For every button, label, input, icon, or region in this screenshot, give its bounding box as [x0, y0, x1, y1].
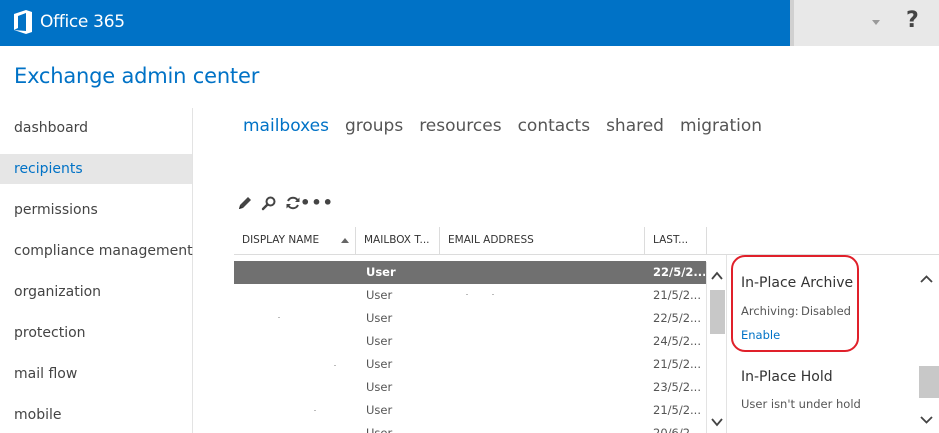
tab-mailboxes[interactable]: mailboxes — [243, 116, 329, 136]
column-mailbox-type[interactable]: MAILBOX T... — [356, 227, 440, 254]
chevron-down-icon[interactable] — [920, 413, 933, 426]
page-title: Exchange admin center — [14, 64, 260, 88]
redacted-mark — [492, 294, 494, 295]
tab-migration[interactable]: migration — [680, 116, 762, 136]
toolbar: ••• — [236, 194, 333, 212]
table-row[interactable]: User 21/5/2... — [234, 353, 706, 376]
search-icon[interactable] — [260, 194, 278, 212]
chevron-up-icon[interactable] — [711, 270, 723, 282]
chevron-up-icon[interactable] — [920, 273, 933, 286]
sidebar: dashboard recipients permissions complia… — [0, 108, 193, 433]
cell-last-modified: 21/5/2... — [653, 357, 701, 371]
sidebar-item-organization[interactable]: organization — [0, 277, 192, 307]
tab-groups[interactable]: groups — [345, 116, 403, 136]
cell-mailbox-type: User — [366, 311, 393, 325]
sidebar-item-mail-flow[interactable]: mail flow — [0, 359, 192, 389]
table-row[interactable]: User 21/5/2... — [234, 284, 706, 307]
cell-mailbox-type: User — [366, 288, 393, 302]
mailbox-grid: DISPLAY NAME MAILBOX T... EMAIL ADDRESS … — [234, 227, 939, 433]
tab-shared[interactable]: shared — [606, 116, 664, 136]
sidebar-item-mobile[interactable]: mobile — [0, 400, 192, 430]
archiving-status: Disabled — [801, 304, 851, 318]
table-row[interactable]: User 20/6/2... — [234, 422, 706, 433]
help-button[interactable]: ? — [906, 8, 919, 33]
sort-ascending-icon — [341, 238, 349, 243]
cell-mailbox-type: User — [366, 380, 393, 394]
column-last-modified[interactable]: LAST... — [645, 227, 707, 254]
office365-logo[interactable]: Office 365 — [12, 10, 125, 34]
grid-header: DISPLAY NAME MAILBOX T... EMAIL ADDRESS … — [234, 227, 939, 255]
details-pane: In-Place Archive Archiving: Disabled Ena… — [726, 255, 939, 433]
redacted-mark — [466, 294, 468, 295]
cell-mailbox-type: User — [366, 334, 393, 348]
table-row[interactable]: User 22/5/2... — [234, 261, 706, 284]
hold-status: User isn't under hold — [741, 397, 861, 411]
grid-scrollbar[interactable] — [706, 262, 726, 433]
hold-title: In-Place Hold — [741, 369, 833, 385]
tab-contacts[interactable]: contacts — [518, 116, 590, 136]
cell-mailbox-type: User — [366, 357, 393, 371]
archiving-label: Archiving: — [741, 304, 799, 318]
cell-last-modified: 23/5/2... — [653, 380, 701, 394]
tab-resources[interactable]: resources — [419, 116, 501, 136]
cell-mailbox-type: User — [366, 403, 393, 417]
cell-last-modified: 20/6/2... — [653, 426, 701, 433]
redacted-mark — [334, 365, 336, 366]
sidebar-item-compliance-management[interactable]: compliance management — [0, 236, 193, 266]
column-display-name[interactable]: DISPLAY NAME — [234, 227, 356, 254]
pencil-icon[interactable] — [236, 194, 254, 212]
cell-last-modified: 24/5/2... — [653, 334, 701, 348]
office-logo-icon — [12, 10, 34, 34]
cell-last-modified: 22/5/2... — [653, 265, 705, 279]
scrollbar-thumb[interactable] — [710, 290, 725, 334]
sidebar-item-dashboard[interactable]: dashboard — [0, 113, 192, 143]
sidebar-item-protection[interactable]: protection — [0, 318, 192, 348]
cell-mailbox-type: User — [366, 426, 393, 433]
details-scrollbar-thumb[interactable] — [919, 366, 939, 398]
archive-title: In-Place Archive — [741, 275, 854, 291]
more-options-icon[interactable]: ••• — [300, 194, 333, 212]
enable-archive-link[interactable]: Enable — [741, 328, 780, 342]
tab-bar: mailboxes groups resources contacts shar… — [243, 116, 778, 136]
redacted-mark — [278, 317, 280, 318]
table-row[interactable]: User 21/5/2... — [234, 399, 706, 422]
sidebar-item-recipients[interactable]: recipients — [0, 154, 192, 184]
cell-mailbox-type: User — [366, 265, 396, 279]
table-row[interactable]: User 22/5/2... — [234, 307, 706, 330]
redacted-mark — [314, 410, 316, 411]
column-display-name-label: DISPLAY NAME — [242, 234, 320, 246]
table-row[interactable]: User 24/5/2... — [234, 330, 706, 353]
cell-last-modified: 22/5/2... — [653, 311, 701, 325]
chevron-down-icon[interactable] — [711, 416, 723, 428]
brand-name: Office 365 — [40, 12, 125, 32]
sidebar-item-permissions[interactable]: permissions — [0, 195, 192, 225]
table-row[interactable]: User 23/5/2... — [234, 376, 706, 399]
cell-last-modified: 21/5/2... — [653, 288, 701, 302]
cell-last-modified: 21/5/2... — [653, 403, 701, 417]
column-email-address[interactable]: EMAIL ADDRESS — [440, 227, 645, 254]
account-dropdown-icon[interactable] — [872, 20, 880, 25]
